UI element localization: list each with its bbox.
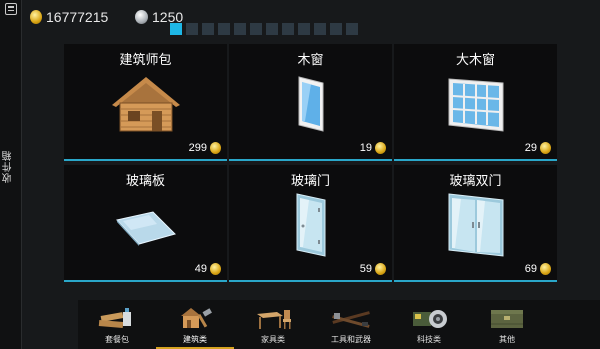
coin-icon: [375, 142, 386, 154]
tab-label: 其他: [499, 335, 515, 344]
tab-label: 套餐包: [105, 335, 129, 344]
coin-icon: [210, 142, 221, 154]
tools-weapons-icon: [312, 304, 390, 332]
item-card[interactable]: 木窗 19: [229, 44, 392, 161]
item-price: 49: [194, 263, 207, 275]
tab-other[interactable]: 其他: [468, 300, 546, 349]
page-dot[interactable]: [250, 23, 262, 35]
inbox-tab[interactable]: 收件箱: [3, 150, 19, 183]
item-card[interactable]: 建筑师包 299: [64, 44, 227, 161]
page-dot[interactable]: [330, 23, 342, 35]
tech-icon: [390, 304, 468, 332]
item-price: 19: [359, 142, 372, 154]
item-name: 大木窗: [455, 53, 495, 68]
item-price: 29: [524, 142, 537, 154]
page-dot[interactable]: [266, 23, 278, 35]
item-card[interactable]: 玻璃双门 69: [394, 165, 557, 282]
item-price: 299: [188, 142, 207, 154]
page-dot[interactable]: [234, 23, 246, 35]
item-name: 木窗: [297, 53, 324, 68]
gold-balance: 16777215: [30, 8, 108, 26]
bundle-icon: [78, 304, 156, 332]
page-dot[interactable]: [314, 23, 326, 35]
tab-bundle[interactable]: 套餐包: [78, 300, 156, 349]
tab-tech[interactable]: 科技类: [390, 300, 468, 349]
tab-building[interactable]: 建筑类: [156, 300, 234, 349]
item-card[interactable]: 玻璃门 59: [229, 165, 392, 282]
gold-value: 16777215: [46, 9, 109, 25]
silver-coin-icon: [135, 10, 148, 24]
coin-icon: [210, 263, 221, 275]
glass-double-door-icon: [394, 191, 557, 259]
item-card[interactable]: 大木窗 29: [394, 44, 557, 161]
glass-panel-icon: [64, 191, 227, 259]
tab-label: 工具和武器: [331, 335, 371, 344]
tab-label: 科技类: [417, 335, 441, 344]
item-name: 玻璃双门: [449, 174, 502, 189]
building-icon: [156, 304, 234, 332]
item-price: 69: [524, 263, 537, 275]
coin-icon: [540, 142, 551, 154]
wooden-window-icon: [229, 70, 392, 138]
large-wooden-window-icon: [394, 70, 557, 138]
page-dot[interactable]: [218, 23, 230, 35]
page-dot[interactable]: [346, 23, 358, 35]
other-crate-icon: [468, 304, 546, 332]
page-indicator: [170, 23, 358, 35]
item-card[interactable]: 玻璃板 49: [64, 165, 227, 282]
gold-coin-icon: [30, 10, 42, 24]
tab-tools-weapons[interactable]: 工具和武器: [312, 300, 390, 349]
coin-icon: [540, 263, 551, 275]
item-price: 59: [359, 263, 372, 275]
page-dot[interactable]: [186, 23, 198, 35]
category-bar: 套餐包 建筑类 家具类 工具和武器 科技类 其他: [78, 300, 600, 349]
wooden-cabin-icon: [64, 70, 227, 138]
tab-furniture[interactable]: 家具类: [234, 300, 312, 349]
item-name: 玻璃板: [125, 174, 165, 189]
page-dot[interactable]: [282, 23, 294, 35]
glass-door-icon: [229, 191, 392, 259]
item-name: 建筑师包: [119, 53, 172, 68]
page-dot[interactable]: [298, 23, 310, 35]
side-strip: 收件箱: [0, 0, 22, 349]
item-name: 玻璃门: [290, 174, 330, 189]
tab-label: 家具类: [261, 335, 285, 344]
tab-label: 建筑类: [183, 335, 207, 344]
furniture-icon: [234, 304, 312, 332]
item-grid: 建筑师包 299 木窗 19 大木窗 29 玻璃板 49 玻璃门 59 玻璃双门…: [64, 44, 600, 284]
menu-icon[interactable]: [5, 3, 17, 15]
page-dot-active[interactable]: [170, 23, 182, 35]
page-dot[interactable]: [202, 23, 214, 35]
coin-icon: [375, 263, 386, 275]
